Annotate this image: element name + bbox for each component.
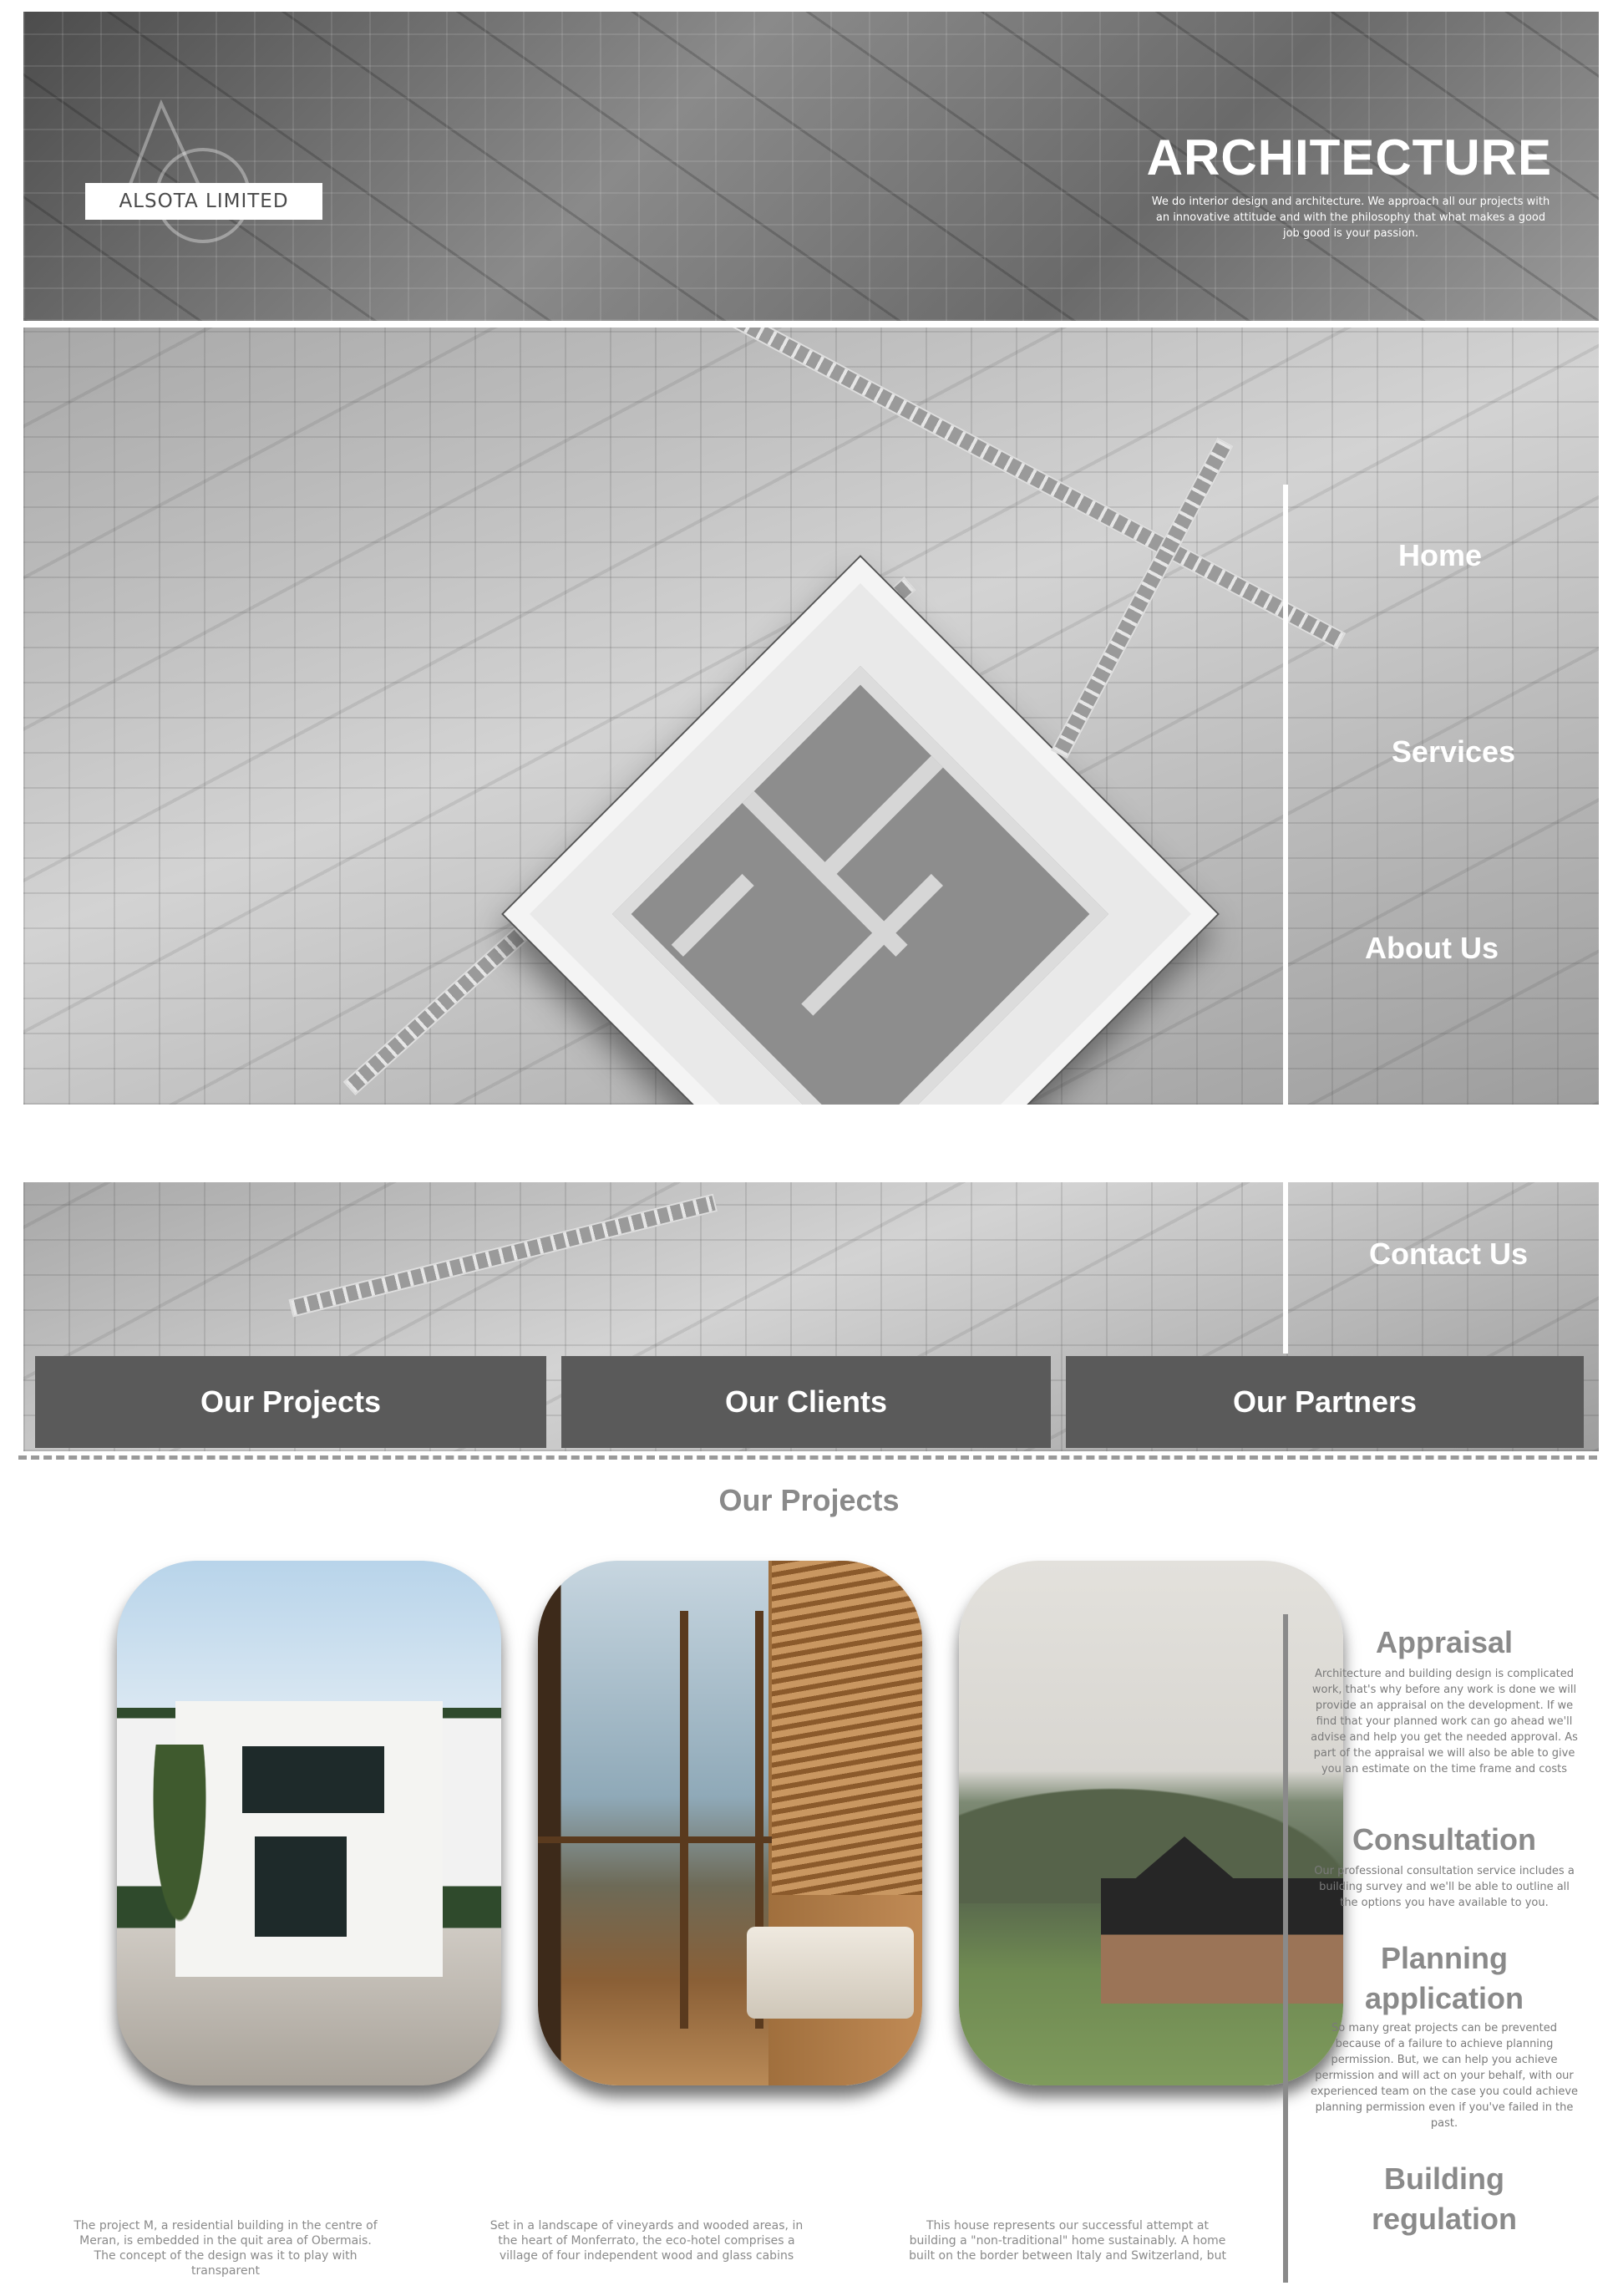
crane-arm-graphic [1051,437,1234,759]
nav-services-link[interactable]: Services [1370,733,1537,771]
service-title-planning: Planning application [1364,1941,1524,2015]
tab-our-projects[interactable]: Our Projects [35,1356,546,1448]
projects-heading: Our Projects [718,1483,900,1517]
service-title-building-regulation: Building regulation [1371,2161,1517,2236]
project-caption: This house represents our successful att… [909,2219,1226,2263]
nav-divider [1283,485,1288,1354]
project-photo-eco-hotel[interactable] [538,1561,922,2085]
services-divider [1283,1614,1288,2283]
tab-our-partners[interactable]: Our Partners [1066,1356,1584,1448]
service-text-appraisal: Architecture and building design is comp… [1311,1668,1578,1775]
crane-arm-graphic [288,1193,718,1318]
crane-arm-graphic [670,328,1347,650]
nav-contact-link[interactable]: Contact Us [1365,1235,1532,1273]
page-subtitle: We do interior design and architecture. … [1151,196,1550,240]
header-banner: ALSOTA LIMITED ARCHITECTURE We do interi… [23,12,1599,321]
tab-our-clients[interactable]: Our Clients [561,1356,1051,1448]
service-text-planning: So many great projects can be prevented … [1310,2022,1579,2130]
company-logo[interactable]: ALSOTA LIMITED [85,183,322,220]
nav-about-link[interactable]: About Us [1357,929,1507,968]
project-caption: The project M, a residential building in… [74,2219,378,2278]
page-title: ARCHITECTURE [1146,130,1552,185]
hero-image [23,328,1599,1105]
service-title-appraisal: Appraisal [1375,1625,1514,1659]
project-caption: Set in a landscape of vineyards and wood… [489,2219,804,2263]
section-divider [18,1455,1597,1460]
service-title-consultation: Consultation [1352,1822,1536,1857]
nav-home-link[interactable]: Home [1357,536,1524,575]
project-photo-residential[interactable] [117,1561,501,2085]
triangle-logo-icon [117,99,251,243]
service-text-consultation: Our professional consultation service in… [1314,1865,1575,1909]
